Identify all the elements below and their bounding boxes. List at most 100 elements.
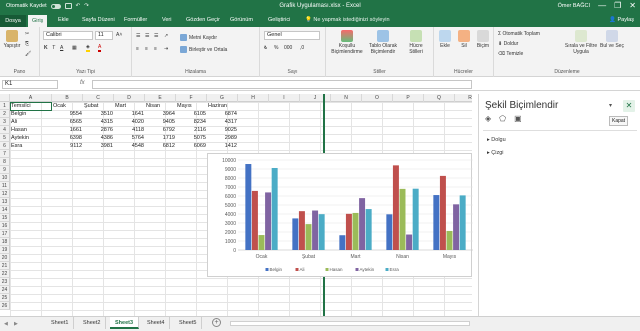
header-cell[interactable]: Haziran	[207, 102, 238, 110]
table-cell[interactable]: 3981	[83, 142, 114, 150]
share-button[interactable]: 👤 Paylaş	[609, 17, 634, 23]
row-header[interactable]: 2	[0, 110, 10, 118]
sheet-tab[interactable]: Sheet5	[174, 317, 203, 329]
table-cell[interactable]: 1641	[114, 110, 145, 118]
table-cell[interactable]: 5075	[176, 134, 207, 142]
column-header[interactable]: E	[145, 94, 176, 102]
sort-filter-button[interactable]: Sırala ve Filtre Uygula	[564, 30, 598, 55]
header-cell[interactable]: Ocak	[52, 102, 83, 110]
align-bottom-icon[interactable]: ☰	[154, 33, 158, 39]
cut-icon[interactable]: ✂	[25, 31, 29, 37]
row-header[interactable]: 17	[0, 230, 10, 238]
pane-section-line[interactable]: ▸ Çizgi	[487, 150, 504, 156]
table-cell[interactable]: 2876	[83, 126, 114, 134]
column-header[interactable]: P	[393, 94, 424, 102]
tab-page-layout[interactable]: Sayfa Düzeni	[82, 17, 115, 23]
comma-style-icon[interactable]: 000	[284, 45, 292, 51]
header-cell[interactable]: Nisan	[145, 102, 176, 110]
table-cell[interactable]: 2116	[176, 126, 207, 134]
tab-developer[interactable]: Geliştirici	[268, 17, 290, 23]
sheet-tab[interactable]: Sheet4	[142, 317, 171, 329]
row-header[interactable]: 15	[0, 214, 10, 222]
align-middle-icon[interactable]: ☰	[145, 33, 149, 39]
row-header[interactable]: 12	[0, 190, 10, 198]
sheet-tab-active[interactable]: Sheet3	[110, 317, 140, 329]
font-size-combo[interactable]: 11	[95, 31, 113, 40]
tab-review[interactable]: Gözden Geçir	[186, 17, 220, 23]
tab-formulas[interactable]: Formüller	[124, 17, 147, 23]
pane-section-fill[interactable]: ▸ Dolgu	[487, 137, 506, 143]
chart-object[interactable]: 0 1000 2000 3000 4000 5000 6000 7000 8000 9000 100…	[207, 153, 473, 277]
row-header[interactable]: 5	[0, 134, 10, 142]
row-header[interactable]: 20	[0, 254, 10, 262]
conditional-formatting-button[interactable]: Koşullu Biçimlendirme	[330, 30, 364, 55]
table-cell[interactable]: 9112	[52, 142, 83, 150]
column-header[interactable]: Q	[424, 94, 455, 102]
font-name-combo[interactable]: Calibri	[43, 31, 93, 40]
table-cell[interactable]: 9554	[52, 110, 83, 118]
add-sheet-button[interactable]: +	[212, 318, 221, 327]
row-header[interactable]: 14	[0, 206, 10, 214]
header-cell[interactable]: Mayıs	[176, 102, 207, 110]
row-header[interactable]: 18	[0, 238, 10, 246]
format-cells-button[interactable]: Biçim	[474, 30, 492, 49]
row-header[interactable]: 13	[0, 198, 10, 206]
table-cell[interactable]: 6105	[176, 110, 207, 118]
column-header[interactable]: I	[269, 94, 300, 102]
column-header[interactable]: C	[83, 94, 114, 102]
scroll-right-icon[interactable]: ▶	[14, 321, 18, 327]
table-cell[interactable]: 9405	[145, 118, 176, 126]
clear-button[interactable]: ⌫ Temizle	[498, 51, 523, 57]
number-format-combo[interactable]: Genel	[264, 31, 320, 40]
column-header[interactable]: J	[300, 94, 331, 102]
scroll-left-icon[interactable]: ◀	[4, 321, 8, 327]
underline-button[interactable]: A	[60, 45, 63, 51]
align-right-icon[interactable]: ≡	[154, 46, 157, 52]
tab-insert[interactable]: Ekle	[58, 17, 69, 23]
row-header[interactable]: 3	[0, 118, 10, 126]
copy-icon[interactable]: ⎘	[25, 41, 29, 47]
row-header[interactable]: 1	[0, 102, 10, 110]
row-header[interactable]: 7	[0, 150, 10, 158]
table-cell[interactable]: 3964	[145, 110, 176, 118]
column-header[interactable]: G	[207, 94, 238, 102]
align-center-icon[interactable]: ≡	[145, 46, 148, 52]
table-cell[interactable]: Ali	[10, 118, 52, 126]
table-cell[interactable]: Aytekin	[10, 134, 52, 142]
table-cell[interactable]: 4548	[114, 142, 145, 150]
column-header[interactable]: F	[176, 94, 207, 102]
format-painter-icon[interactable]: 🖌	[25, 51, 31, 57]
horizontal-scrollbar[interactable]	[230, 321, 470, 326]
bold-button[interactable]: K	[44, 45, 48, 51]
row-header[interactable]: 19	[0, 246, 10, 254]
row-header[interactable]: 26	[0, 302, 10, 310]
table-cell[interactable]: Esra	[10, 142, 52, 150]
maximize-button[interactable]: ❐	[614, 1, 621, 10]
table-cell[interactable]: 5764	[114, 134, 145, 142]
pane-close-button[interactable]: ✕	[623, 100, 635, 112]
format-as-table-button[interactable]: Tablo Olarak Biçimlendir	[366, 30, 400, 55]
align-top-icon[interactable]: ☰	[136, 33, 140, 39]
column-header[interactable]: D	[114, 94, 145, 102]
header-cell[interactable]: Şubat	[83, 102, 114, 110]
table-cell[interactable]: 6812	[145, 142, 176, 150]
row-header[interactable]: 24	[0, 286, 10, 294]
fx-icon[interactable]: fx	[80, 80, 85, 86]
tab-data[interactable]: Veri	[162, 17, 171, 23]
row-header[interactable]: 16	[0, 222, 10, 230]
user-name[interactable]: Ömer BAĞCI	[558, 3, 590, 9]
row-header[interactable]: 21	[0, 262, 10, 270]
grow-font-icon[interactable]: A˄	[116, 32, 122, 38]
table-cell[interactable]: 6792	[145, 126, 176, 134]
insert-cells-button[interactable]: Ekle	[436, 30, 454, 49]
merge-center-button[interactable]: Birleştir ve Ortala	[180, 46, 227, 53]
table-cell[interactable]: 4386	[83, 134, 114, 142]
autosum-button[interactable]: Σ Otomatik Toplam	[498, 31, 540, 37]
column-header[interactable]: B	[52, 94, 83, 102]
table-cell[interactable]: 8234	[176, 118, 207, 126]
row-header[interactable]: 11	[0, 182, 10, 190]
header-cell[interactable]: Mart	[114, 102, 145, 110]
column-header[interactable]: N	[331, 94, 362, 102]
paste-button[interactable]: Yapıştır	[3, 30, 21, 49]
tab-view[interactable]: Görünüm	[230, 17, 253, 23]
